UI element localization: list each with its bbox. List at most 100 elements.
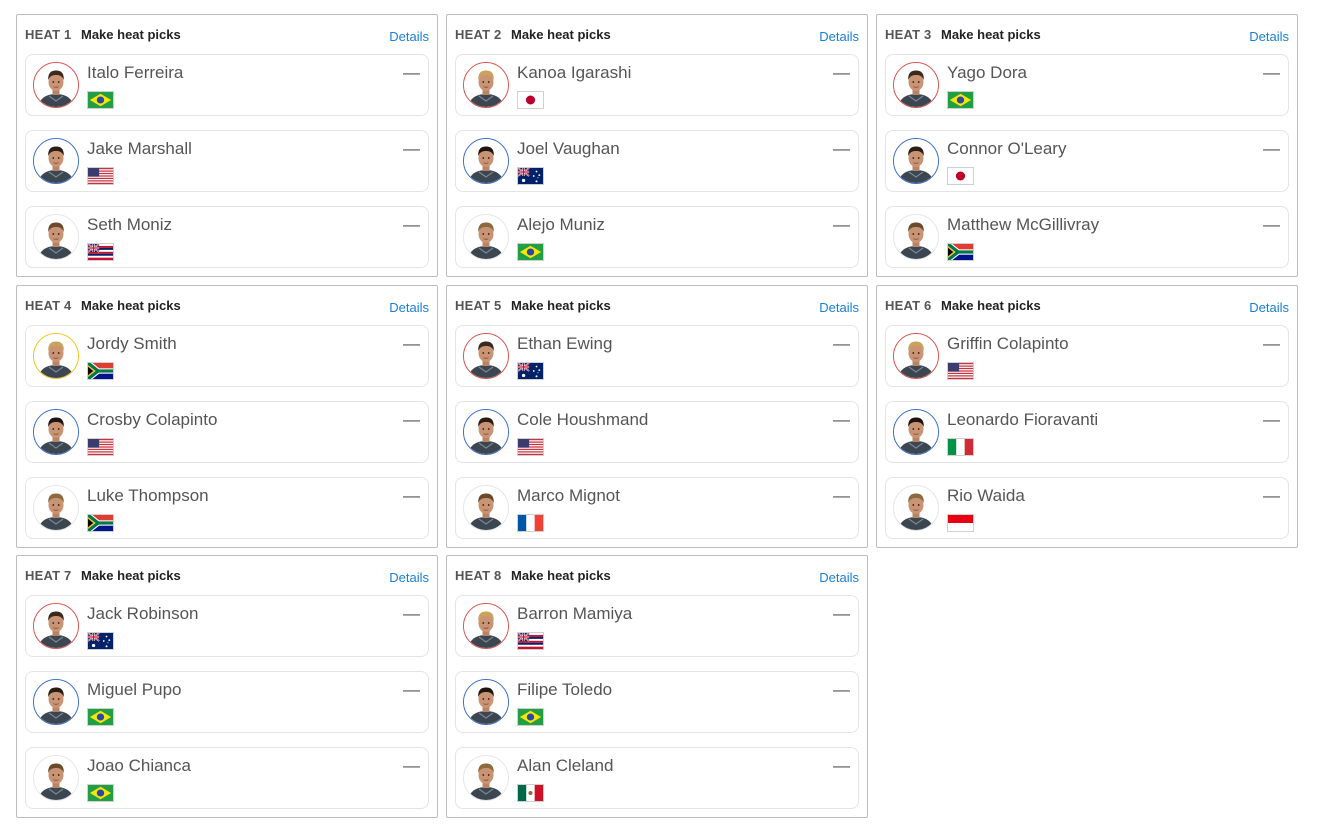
athlete-name: Miguel Pupo [87, 680, 182, 699]
athlete-row[interactable]: Seth Moniz — [25, 206, 429, 268]
athlete-row[interactable]: Jake Marshall — [25, 130, 429, 192]
details-link[interactable]: Details [389, 29, 429, 44]
heat-number: HEAT 1 [25, 27, 72, 42]
athlete-row[interactable]: Yago Dora — [885, 54, 1289, 116]
athlete-avatar [463, 679, 509, 725]
athlete-name: Rio Waida [947, 486, 1025, 505]
athlete-row[interactable]: Filipe Toledo — [455, 671, 859, 733]
australia-flag-icon [517, 167, 544, 185]
athlete-score: — [833, 410, 850, 429]
athlete-score: — [403, 486, 420, 505]
details-link[interactable]: Details [389, 300, 429, 315]
athlete-score: — [1263, 139, 1280, 158]
athlete-name: Filipe Toledo [517, 680, 613, 699]
make-heat-picks-label[interactable]: Make heat picks [941, 298, 1041, 313]
athlete-name: Ethan Ewing [517, 334, 613, 353]
athlete-avatar [33, 755, 79, 801]
details-link[interactable]: Details [819, 29, 859, 44]
athlete-row[interactable]: Ethan Ewing — [455, 325, 859, 387]
athlete-score: — [833, 215, 850, 234]
athlete-score: — [833, 756, 850, 775]
make-heat-picks-label[interactable]: Make heat picks [511, 27, 611, 42]
athlete-name: Matthew McGillivray [947, 215, 1100, 234]
athlete-row[interactable]: Rio Waida — [885, 477, 1289, 539]
heat-card: HEAT 5 Make heat picks Details Ethan Ewing —… [446, 285, 868, 548]
heat-card: HEAT 6 Make heat picks Details Griffin Cola… [876, 285, 1298, 548]
athlete-avatar [33, 214, 79, 260]
usa-flag-icon [517, 438, 544, 456]
athlete-row[interactable]: Marco Mignot — [455, 477, 859, 539]
heat-card: HEAT 2 Make heat picks Details Kanoa Igaras… [446, 14, 868, 277]
details-link[interactable]: Details [819, 300, 859, 315]
athlete-row[interactable]: Alejo Muniz — [455, 206, 859, 268]
athlete-name: Yago Dora [947, 63, 1028, 82]
athlete-name: Alejo Muniz [517, 215, 605, 234]
athlete-name: Joao Chianca [87, 756, 191, 775]
athlete-row[interactable]: Cole Houshmand — [455, 401, 859, 463]
athlete-row[interactable]: Barron Mamiya — [455, 595, 859, 657]
athlete-row[interactable]: Miguel Pupo — [25, 671, 429, 733]
athlete-row[interactable]: Luke Thompson — [25, 477, 429, 539]
athlete-score: — [833, 604, 850, 623]
athlete-row[interactable]: Leonardo Fioravanti — [885, 401, 1289, 463]
heat-header: HEAT 5 Make heat picks Details [455, 298, 859, 316]
heat-card: HEAT 4 Make heat picks Details Jordy Smith —… [16, 285, 438, 548]
athlete-row[interactable]: Griffin Colapinto — [885, 325, 1289, 387]
heat-header: HEAT 7 Make heat picks Details [25, 568, 429, 586]
usa-flag-icon [87, 438, 114, 456]
athlete-row[interactable]: Alan Cleland — [455, 747, 859, 809]
athlete-avatar [33, 62, 79, 108]
athlete-name: Kanoa Igarashi [517, 63, 632, 82]
heat-header: HEAT 2 Make heat picks Details [455, 27, 859, 45]
details-link[interactable]: Details [1249, 29, 1289, 44]
japan-flag-icon [947, 167, 974, 185]
brazil-flag-icon [87, 784, 114, 802]
athlete-score: — [403, 680, 420, 699]
athlete-row[interactable]: Joel Vaughan — [455, 130, 859, 192]
make-heat-picks-label[interactable]: Make heat picks [511, 568, 611, 583]
athlete-name: Jake Marshall [87, 139, 192, 158]
italy-flag-icon [947, 438, 974, 456]
athlete-score: — [1263, 410, 1280, 429]
hawaii-flag-icon [87, 243, 114, 261]
athlete-avatar [463, 755, 509, 801]
brazil-flag-icon [87, 708, 114, 726]
details-link[interactable]: Details [389, 570, 429, 585]
athlete-avatar [33, 333, 79, 379]
make-heat-picks-label[interactable]: Make heat picks [511, 298, 611, 313]
athlete-row[interactable]: Italo Ferreira — [25, 54, 429, 116]
details-link[interactable]: Details [1249, 300, 1289, 315]
make-heat-picks-label[interactable]: Make heat picks [81, 568, 181, 583]
athlete-name: Alan Cleland [517, 756, 614, 775]
athlete-name: Barron Mamiya [517, 604, 633, 623]
south-africa-flag-icon [947, 243, 974, 261]
heat-card: HEAT 1 Make heat picks Details Italo Ferrei… [16, 14, 438, 277]
heat-number: HEAT 3 [885, 27, 932, 42]
athlete-row[interactable]: Connor O'Leary — [885, 130, 1289, 192]
athlete-row[interactable]: Kanoa Igarashi — [455, 54, 859, 116]
athlete-name: Crosby Colapinto [87, 410, 218, 429]
athlete-avatar [33, 679, 79, 725]
athlete-avatar [463, 409, 509, 455]
mexico-flag-icon [517, 784, 544, 802]
athlete-row[interactable]: Joao Chianca — [25, 747, 429, 809]
indonesia-flag-icon [947, 514, 974, 532]
athlete-row[interactable]: Jordy Smith — [25, 325, 429, 387]
athlete-name: Italo Ferreira [87, 63, 184, 82]
heat-card: HEAT 7 Make heat picks Details Jack Robinso… [16, 555, 438, 818]
athlete-row[interactable]: Crosby Colapinto — [25, 401, 429, 463]
athlete-score: — [403, 756, 420, 775]
make-heat-picks-label[interactable]: Make heat picks [81, 27, 181, 42]
athlete-name: Marco Mignot [517, 486, 620, 505]
athlete-avatar [893, 214, 939, 260]
heat-number: HEAT 5 [455, 298, 502, 313]
make-heat-picks-label[interactable]: Make heat picks [941, 27, 1041, 42]
athlete-name: Seth Moniz [87, 215, 173, 234]
details-link[interactable]: Details [819, 570, 859, 585]
athlete-row[interactable]: Jack Robinson — [25, 595, 429, 657]
athlete-row[interactable]: Matthew McGillivray — [885, 206, 1289, 268]
athlete-avatar [893, 333, 939, 379]
make-heat-picks-label[interactable]: Make heat picks [81, 298, 181, 313]
athlete-avatar [463, 485, 509, 531]
athlete-avatar [463, 333, 509, 379]
